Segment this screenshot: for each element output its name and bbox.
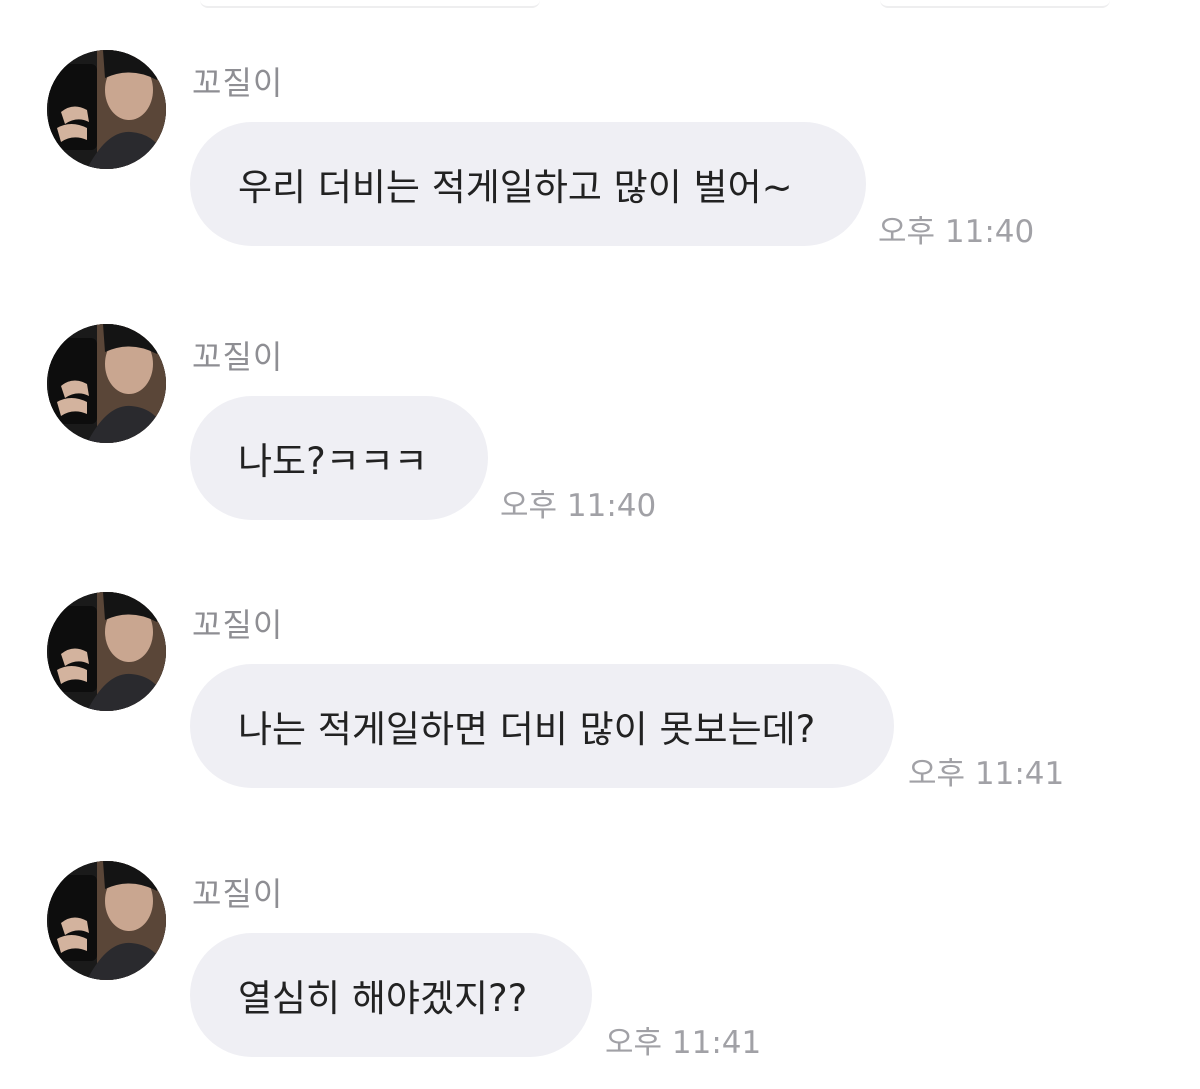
sender-name: 꼬질이	[192, 606, 284, 644]
sender-name: 꼬질이	[192, 875, 284, 913]
top-cutoff-edge	[0, 0, 1200, 12]
avatar[interactable]	[47, 592, 166, 711]
message-bubble[interactable]: 우리 더비는 적게일하고 많이 벌어~	[190, 122, 866, 246]
message-time: 오후 11:40	[878, 214, 1035, 250]
message-time: 오후 11:40	[500, 488, 657, 524]
previous-bubble-edge	[880, 0, 1110, 8]
message-bubble[interactable]: 나도?ㅋㅋㅋ	[190, 396, 488, 520]
avatar[interactable]	[47, 324, 166, 443]
message-time: 오후 11:41	[605, 1025, 762, 1061]
message-row: 꼬질이 우리 더비는 적게일하고 많이 벌어~ 오후 11:40	[0, 50, 1200, 250]
avatar[interactable]	[47, 50, 166, 169]
profile-photo-icon	[47, 861, 166, 980]
message-row: 꼬질이 나도?ㅋㅋㅋ 오후 11:40	[0, 324, 1200, 524]
message-row: 꼬질이 나는 적게일하면 더비 많이 못보는데? 오후 11:41	[0, 592, 1200, 792]
previous-bubble-edge	[200, 0, 540, 8]
sender-name: 꼬질이	[192, 64, 284, 102]
message-row: 꼬질이 열심히 해야겠지?? 오후 11:41	[0, 861, 1200, 1061]
message-bubble[interactable]: 나는 적게일하면 더비 많이 못보는데?	[190, 664, 894, 788]
sender-name: 꼬질이	[192, 338, 284, 376]
message-bubble[interactable]: 열심히 해야겠지??	[190, 933, 592, 1057]
profile-photo-icon	[47, 592, 166, 711]
message-time: 오후 11:41	[908, 756, 1065, 792]
profile-photo-icon	[47, 324, 166, 443]
profile-photo-icon	[47, 50, 166, 169]
avatar[interactable]	[47, 861, 166, 980]
